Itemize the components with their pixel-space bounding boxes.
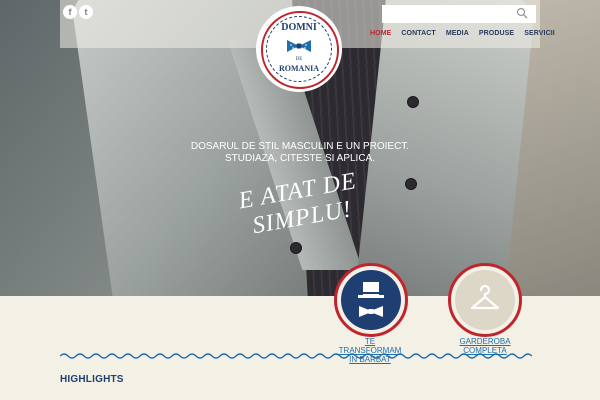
feature-wardrobe-label-line1: GARDEROBA [459, 337, 511, 346]
wave-divider [60, 353, 532, 359]
logo-text-middle: DE [295, 57, 303, 62]
nav-item-media[interactable]: MEDIA [446, 30, 469, 37]
logo-text-bottom: ROMANIA [279, 64, 319, 73]
top-hat-bowtie-icon [358, 282, 384, 317]
jacket-button [290, 242, 302, 254]
hero-tagline-line1: DOSARUL DE STIL MASCULIN E UN PROIECT. [190, 141, 410, 152]
shirt-button [407, 96, 419, 108]
nav-item-produse[interactable]: PRODUSE [479, 30, 514, 37]
bowtie-icon [287, 40, 311, 52]
hero-tagline: DOSARUL DE STIL MASCULIN E UN PROIECT. S… [190, 141, 410, 165]
nav-item-servicii[interactable]: SERVICII [524, 30, 555, 37]
search-icon[interactable] [516, 7, 528, 19]
main-nav: HOME CONTACT MEDIA PRODUSE SERVICII [370, 30, 565, 37]
nav-item-contact[interactable]: CONTACT [401, 30, 435, 37]
nav-item-home[interactable]: HOME [370, 30, 391, 37]
hanger-icon [470, 284, 500, 310]
site-logo[interactable]: DOMNI DE ROMANIA [258, 8, 340, 90]
feature-wardrobe-circle[interactable] [448, 263, 522, 337]
search-input[interactable] [382, 5, 536, 23]
highlights-heading: HIGHLIGHTS [60, 374, 124, 385]
facebook-icon[interactable]: f [63, 5, 77, 19]
twitter-icon[interactable]: t [79, 5, 93, 19]
shirt-button [405, 178, 417, 190]
feature-transform-circle[interactable] [334, 263, 408, 337]
logo-text-top: DOMNI [281, 22, 317, 33]
